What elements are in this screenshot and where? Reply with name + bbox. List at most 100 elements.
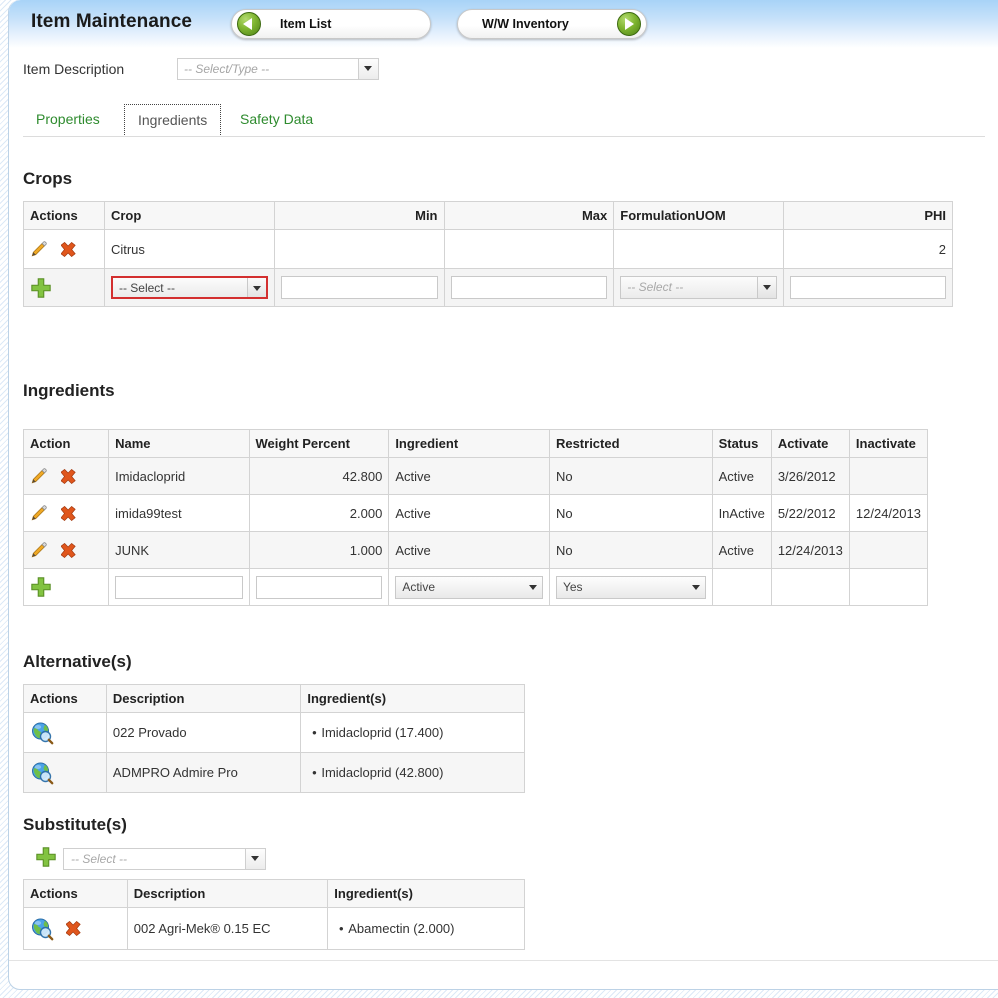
crops-add-min-cell xyxy=(273,268,445,307)
alternatives-cell-description: ADMPRO Admire Pro xyxy=(105,752,302,793)
crops-add-max-input[interactable] xyxy=(450,276,608,299)
crops-add-max-cell xyxy=(443,268,615,307)
page-title: Item Maintenance xyxy=(31,11,193,32)
crops-col-phi: PHI xyxy=(783,201,953,230)
crops-col-max: Max xyxy=(443,201,615,230)
globe-search-icon[interactable] xyxy=(30,721,54,745)
table-row: 022 Provado • Imidacloprid (17.400) xyxy=(23,712,525,753)
substitutes-heading: Substitute(s) xyxy=(23,815,127,834)
ingredients-cell-activate: 3/26/2012 xyxy=(770,457,850,495)
ingredients-col-action: Action xyxy=(22,429,110,458)
delete-x-icon[interactable] xyxy=(60,241,78,258)
ingredients-add-ingredient-select[interactable]: Active xyxy=(395,575,543,599)
substitutes-add-placeholder: -- Select -- xyxy=(71,852,128,866)
crops-heading: Crops xyxy=(23,169,73,188)
ingredients-cell-ingredient: Active xyxy=(388,531,550,569)
alternatives-ingredient-text: Imidacloprid (17.400) xyxy=(321,725,444,740)
crops-col-formulationuom: FormulationUOM xyxy=(613,201,785,230)
crops-add-uom-cell: -- Select -- xyxy=(613,268,785,307)
ingredients-cell-name: Imidacloprid xyxy=(108,457,250,495)
ingredients-cell-inactivate xyxy=(848,531,929,569)
bullet-icon: • xyxy=(338,921,344,936)
table-row: Citrus 2 xyxy=(23,229,953,269)
crops-add-crop-cell: -- Select -- xyxy=(103,268,275,307)
alternatives-col-description: Description xyxy=(105,684,302,713)
crops-add-row: -- Select -- -- Select -- xyxy=(23,268,953,307)
substitutes-add-select[interactable]: -- Select -- xyxy=(63,848,266,870)
ingredients-cell-status: Active xyxy=(711,457,772,495)
chevron-down-icon[interactable] xyxy=(245,849,265,869)
ingredients-row-actions xyxy=(22,457,110,495)
pencil-icon[interactable] xyxy=(30,541,48,559)
crops-add-actions xyxy=(23,268,105,307)
alternatives-cell-ingredients: • Imidacloprid (17.400) xyxy=(300,712,525,753)
pencil-icon[interactable] xyxy=(30,240,48,258)
crops-cell-formulationuom xyxy=(613,229,785,269)
main-panel: Item Maintenance Item List W/W Inventory… xyxy=(8,0,998,990)
pencil-icon[interactable] xyxy=(30,504,48,522)
alternatives-row-actions xyxy=(23,712,107,753)
crops-add-min-input[interactable] xyxy=(280,276,438,299)
substitutes-table: Actions Description Ingredient(s) 002 Ag… xyxy=(23,879,525,950)
tab-properties[interactable]: Properties xyxy=(23,104,113,137)
ingredients-cell-restricted: No xyxy=(548,494,713,532)
substitutes-cell-ingredients: • Abamectin (2.000) xyxy=(327,907,525,950)
crops-add-crop-select[interactable]: -- Select -- xyxy=(110,276,268,299)
ingredients-col-restricted: Restricted xyxy=(548,429,713,458)
item-description-select[interactable]: -- Select/Type -- xyxy=(177,58,379,80)
globe-search-icon[interactable] xyxy=(30,761,54,785)
tab-bar: Properties Ingredients Safety Data xyxy=(23,104,985,138)
ingredients-add-actions xyxy=(22,568,110,606)
crops-add-uom-select[interactable]: -- Select -- xyxy=(620,276,778,299)
ingredients-add-restricted-select[interactable]: Yes xyxy=(555,575,706,599)
substitutes-col-ingredients: Ingredient(s) xyxy=(327,879,525,908)
ingredients-cell-weight-percent: 2.000 xyxy=(248,494,390,532)
ww-inventory-button[interactable]: W/W Inventory xyxy=(457,9,647,39)
substitutes-col-description: Description xyxy=(126,879,329,908)
footer-divider xyxy=(9,960,998,961)
ingredients-cell-inactivate: 12/24/2013 xyxy=(848,494,929,532)
ingredients-cell-restricted: No xyxy=(548,531,713,569)
ingredients-col-weight-percent: Weight Percent xyxy=(248,429,390,458)
add-plus-icon[interactable] xyxy=(35,846,57,868)
chevron-down-icon[interactable] xyxy=(358,59,378,79)
ingredients-cell-activate: 5/22/2012 xyxy=(770,494,850,532)
crops-col-actions: Actions xyxy=(23,201,105,230)
pencil-icon[interactable] xyxy=(30,467,48,485)
crops-col-min: Min xyxy=(273,201,445,230)
add-plus-icon[interactable] xyxy=(30,277,52,299)
delete-x-icon[interactable] xyxy=(60,542,78,559)
ingredients-add-weight-percent-input[interactable] xyxy=(255,575,383,599)
ingredients-add-restricted-cell: Yes xyxy=(548,568,713,606)
crops-add-uom-value: -- Select -- xyxy=(627,280,684,294)
tab-ingredients[interactable]: Ingredients xyxy=(124,104,222,137)
alternatives-cell-description: 022 Provado xyxy=(105,712,302,753)
table-row: imida99test 2.000 Active No InActive 5/2… xyxy=(22,494,929,532)
ingredients-add-name-cell xyxy=(108,568,250,606)
table-row: JUNK 1.000 Active No Active 12/24/2013 xyxy=(22,531,929,569)
ingredients-cell-ingredient: Active xyxy=(388,457,550,495)
delete-x-icon[interactable] xyxy=(65,920,83,937)
substitutes-ingredient-text: Abamectin (2.000) xyxy=(348,921,455,936)
substitutes-add-controls: -- Select -- xyxy=(23,846,283,872)
globe-search-icon[interactable] xyxy=(30,917,54,941)
alternatives-col-ingredients: Ingredient(s) xyxy=(300,684,525,713)
item-list-button-label: Item List xyxy=(280,17,332,31)
table-row: ADMPRO Admire Pro • Imidacloprid (42.800) xyxy=(23,752,525,793)
crops-add-phi-input[interactable] xyxy=(790,276,946,299)
ingredients-col-ingredient: Ingredient xyxy=(388,429,550,458)
alternatives-ingredient-text: Imidacloprid (42.800) xyxy=(321,765,444,780)
crops-table: Actions Crop Min Max FormulationUOM PHI xyxy=(23,201,953,307)
substitutes-col-actions: Actions xyxy=(23,879,128,908)
ingredients-add-name-input[interactable] xyxy=(115,575,243,599)
tab-safety-data[interactable]: Safety Data xyxy=(227,104,326,137)
delete-x-icon[interactable] xyxy=(60,468,78,485)
ingredients-cell-name: JUNK xyxy=(108,531,250,569)
ingredients-cell-ingredient: Active xyxy=(388,494,550,532)
ingredients-cell-restricted: No xyxy=(548,457,713,495)
delete-x-icon[interactable] xyxy=(60,505,78,522)
item-list-button[interactable]: Item List xyxy=(231,9,431,39)
add-plus-icon[interactable] xyxy=(30,576,52,598)
ingredients-table: Action Name Weight Percent Ingredient Re… xyxy=(22,429,929,606)
ingredients-heading: Ingredients xyxy=(23,381,115,400)
